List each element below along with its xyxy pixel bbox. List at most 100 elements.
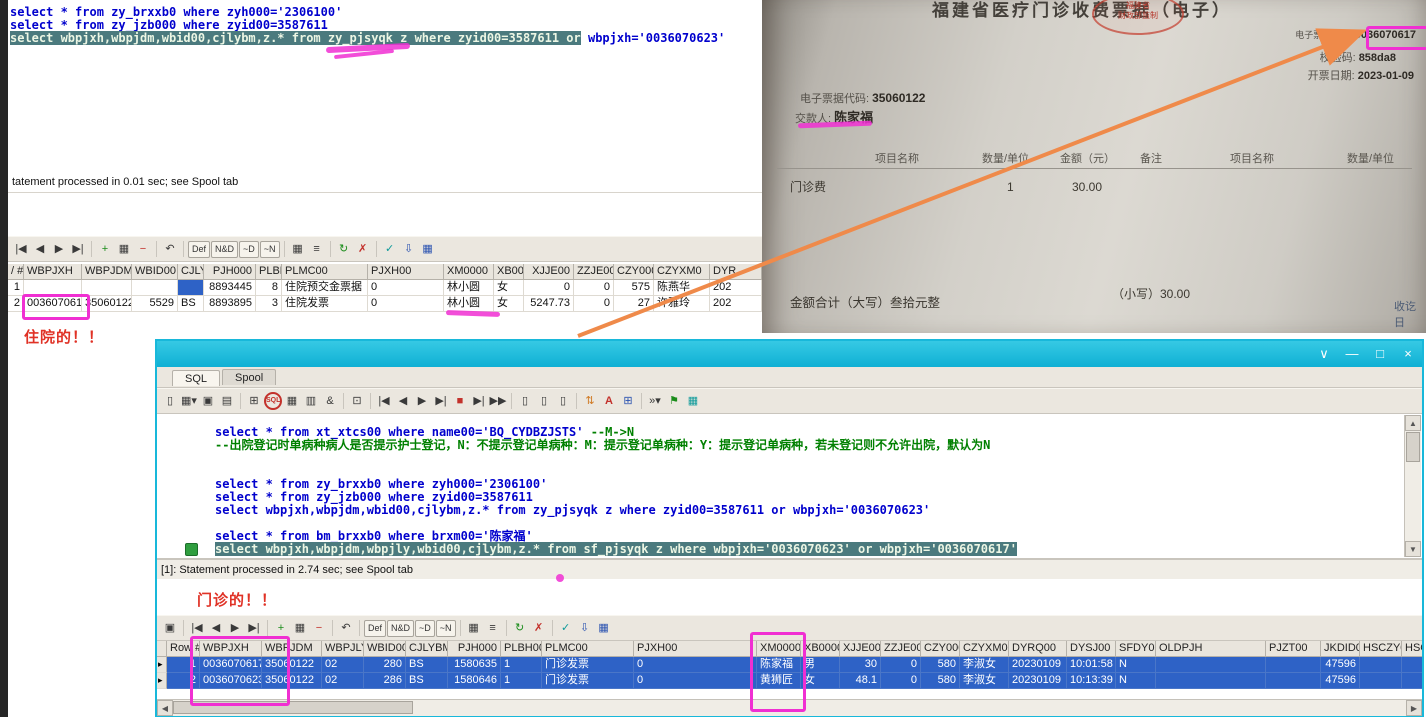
last-record-icon[interactable]: ▶| <box>69 240 87 258</box>
cancel-icon[interactable]: ✗ <box>354 240 372 258</box>
grid-row[interactable]: 20036070617350601225529BS88938953住院发票0林小… <box>8 296 762 312</box>
grid-header-cell[interactable]: CZY000 <box>921 641 960 657</box>
grid-header-cell[interactable]: DYR <box>710 264 762 280</box>
grid-cell[interactable]: 0 <box>634 657 757 673</box>
editor-line[interactable]: select wbpjxh,wbpjdm,wbpjly,wbid00,cjlyb… <box>215 543 1402 556</box>
copy-record-icon[interactable]: ▦ <box>291 619 309 637</box>
grid-cell[interactable]: N <box>1116 673 1156 689</box>
form-view-icon[interactable]: ≡ <box>484 619 502 637</box>
insert-record-icon[interactable]: + <box>96 240 114 258</box>
insert-record-icon[interactable]: + <box>272 619 290 637</box>
grid-cell[interactable]: 0 <box>574 296 614 312</box>
grid-header-cell[interactable]: DYRQ00 <box>1009 641 1067 657</box>
editor-line[interactable]: --出院登记时单病种病人是否提示护士登记，N：不提示登记单病种：M：提示登记单病… <box>215 439 1402 452</box>
grid-cell[interactable]: 陈家福 <box>757 657 801 673</box>
scroll-up-icon[interactable]: ▲ <box>1405 415 1421 431</box>
grid-header-cell[interactable]: WBPJXH <box>200 641 262 657</box>
grid-cell[interactable] <box>24 280 82 296</box>
grid-cell[interactable]: 202 <box>710 296 762 312</box>
sql-editor[interactable]: select * from zy_brxxb0 where zyh000='23… <box>10 6 725 45</box>
grid-header-cell[interactable]: XB0000 <box>801 641 840 657</box>
cancel-icon[interactable]: ✗ <box>530 619 548 637</box>
grid-cell[interactable] <box>1156 673 1266 689</box>
grid-header-cell[interactable]: WBPJDM <box>262 641 322 657</box>
grid-cell[interactable]: 286 <box>364 673 406 689</box>
grid-header-cell[interactable]: WBPJXH <box>24 264 82 280</box>
grid-cell[interactable]: 02 <box>322 673 364 689</box>
save-icon[interactable]: ▣ <box>199 392 217 410</box>
grid-cell[interactable]: 0 <box>881 673 921 689</box>
grid-cell[interactable]: 0036070617 <box>24 296 82 312</box>
grid-cell[interactable]: 575 <box>614 280 654 296</box>
grid-header-cell[interactable]: DYSJ00 <box>1067 641 1116 657</box>
grid-cell[interactable]: 0 <box>524 280 574 296</box>
prev-record-icon[interactable]: ◀ <box>207 619 225 637</box>
grid-cell[interactable]: 1580635 <box>448 657 501 673</box>
grid-cell[interactable]: 202 <box>710 280 762 296</box>
table-icon[interactable]: ▦ <box>684 392 702 410</box>
row-marker[interactable] <box>157 641 167 657</box>
undo-icon[interactable]: ↶ <box>161 240 179 258</box>
d-toggle[interactable]: ~D <box>239 241 259 258</box>
grid-header-cell[interactable]: Row # <box>167 641 200 657</box>
grid-header-cell[interactable]: PJXH00 <box>634 641 757 657</box>
first-record-icon[interactable]: |◀ <box>12 240 30 258</box>
grid-cell[interactable]: 20230109 <box>1009 657 1067 673</box>
editor-line[interactable]: select wbpjxh,wbpjdm,wbid00,cjlybm,z.* f… <box>215 504 1402 517</box>
new-file-icon[interactable]: ▯ <box>161 392 179 410</box>
grid-cell[interactable]: 林小圆 <box>444 296 494 312</box>
sql-editor[interactable]: select * from xt_xtcs00 where name00='BQ… <box>215 426 1402 556</box>
script-output-icon[interactable]: ▥ <box>302 392 320 410</box>
grid-row[interactable]: ▸200360706233506012202286BS15806461门诊发票0… <box>157 673 1422 689</box>
grid-cell[interactable]: 47596 <box>1321 673 1360 689</box>
grid-cell[interactable]: 林小圆 <box>444 280 494 296</box>
grid-cell[interactable]: N <box>1116 657 1156 673</box>
grid-header-cell[interactable]: PLMC00 <box>542 641 634 657</box>
open-file-icon[interactable]: ▦▾ <box>180 392 198 410</box>
grid-cell[interactable]: 10:13:39 <box>1067 673 1116 689</box>
grid-cell[interactable]: 1 <box>501 657 542 673</box>
grid-cell[interactable]: 0 <box>368 280 444 296</box>
grid-cell[interactable]: 0 <box>634 673 757 689</box>
grid-cell[interactable]: 0036070623 <box>200 673 262 689</box>
grid-header-cell[interactable]: PJH000 <box>448 641 501 657</box>
grid-cell[interactable]: BS <box>406 673 448 689</box>
scroll-down-icon[interactable]: ▼ <box>1405 541 1421 557</box>
grid-cell[interactable]: 李淑女 <box>960 673 1009 689</box>
grid-cell[interactable]: 27 <box>614 296 654 312</box>
grid-header-cell[interactable]: PJH000 <box>204 264 256 280</box>
grid-header-cell[interactable]: XM0000 <box>444 264 494 280</box>
grid-cell[interactable]: 门诊发票 <box>542 673 634 689</box>
verify-icon[interactable]: ✓ <box>557 619 575 637</box>
grid-header-cell[interactable]: WBID00 <box>132 264 178 280</box>
grid-cell[interactable] <box>132 280 178 296</box>
grid-cell[interactable]: 35060122 <box>262 657 322 673</box>
scrollbar-track[interactable] <box>173 700 1422 716</box>
first-icon[interactable]: |◀ <box>375 392 393 410</box>
grid-header-cell[interactable]: XB0000 <box>494 264 524 280</box>
paste-icon[interactable]: ▯ <box>535 392 553 410</box>
grid-cell[interactable] <box>1402 657 1422 673</box>
grid-header-cell[interactable]: PLBH00 <box>256 264 282 280</box>
grid-cell[interactable]: 许雅玲 <box>654 296 710 312</box>
design-icon[interactable]: ▦ <box>419 240 437 258</box>
delete-record-icon[interactable]: − <box>134 240 152 258</box>
editor-line[interactable] <box>215 452 1402 465</box>
grid-cell[interactable]: 1 <box>167 657 200 673</box>
grid-cell[interactable]: 女 <box>494 280 524 296</box>
prev-icon[interactable]: ◀ <box>394 392 412 410</box>
grid-cell[interactable]: 2 <box>8 296 24 312</box>
step-icon[interactable]: ▶| <box>470 392 488 410</box>
save-results-icon[interactable]: ▣ <box>161 619 179 637</box>
grid-cell[interactable] <box>1156 657 1266 673</box>
row-marker[interactable]: ▸ <box>157 657 167 673</box>
grid-cell[interactable] <box>1402 673 1422 689</box>
grid-header-cell[interactable]: ZZJE00 <box>574 264 614 280</box>
form-view-icon[interactable]: ≡ <box>308 240 326 258</box>
grid-cell[interactable]: 1 <box>501 673 542 689</box>
scrollbar-thumb[interactable] <box>1406 432 1420 462</box>
more-commands-icon[interactable]: »▾ <box>646 392 664 410</box>
substitution-icon[interactable]: & <box>321 392 339 410</box>
grid-cell[interactable]: 门诊发票 <box>542 657 634 673</box>
grid-cell[interactable]: 李淑女 <box>960 657 1009 673</box>
